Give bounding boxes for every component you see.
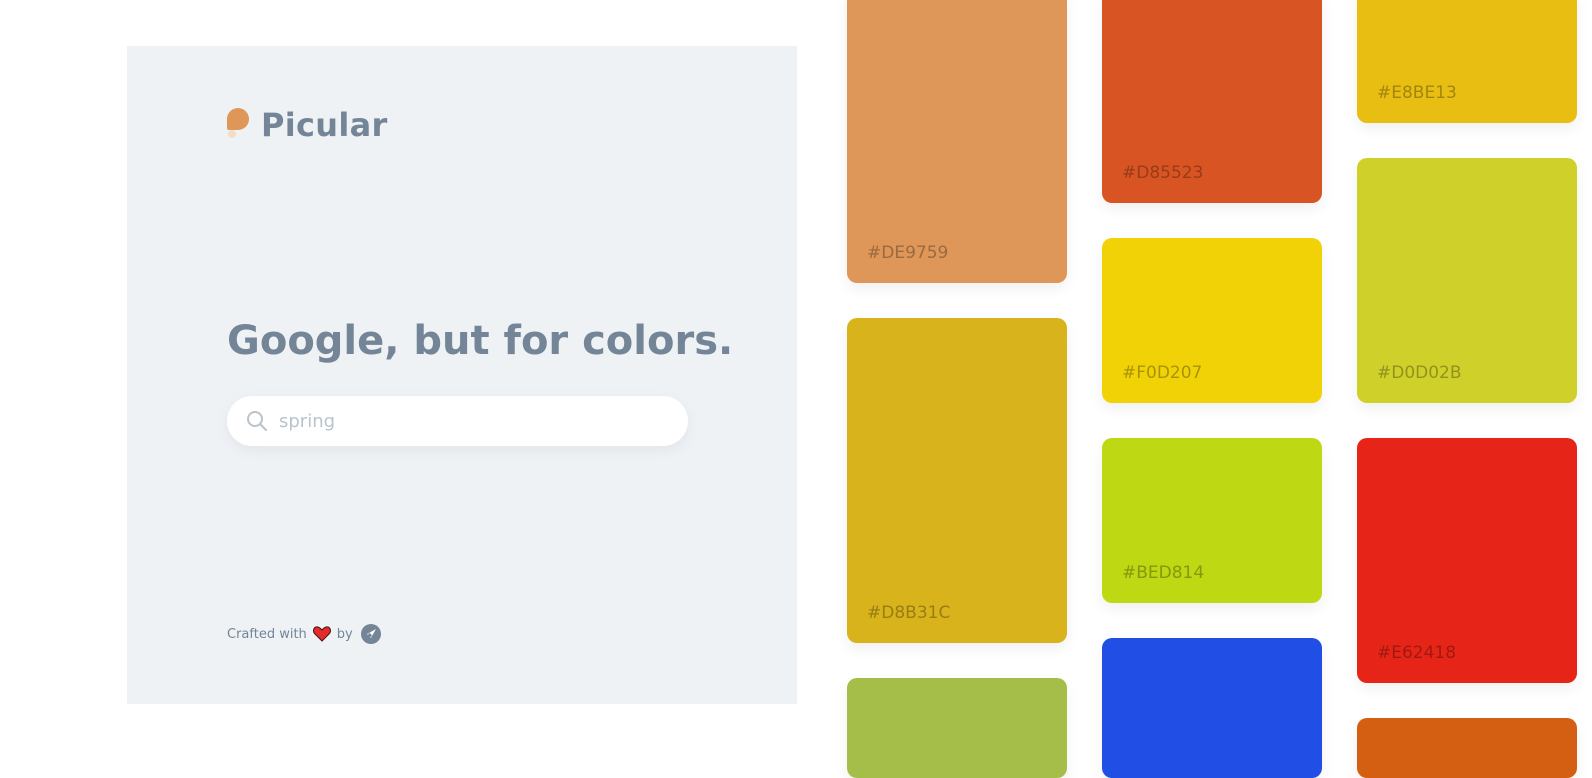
color-swatch[interactable]: #D8B31C	[847, 318, 1067, 643]
swatch-hex: #BED814	[1122, 563, 1205, 583]
color-swatch[interactable]: #D85523	[1102, 0, 1322, 203]
search-icon	[247, 411, 267, 431]
page-headline: Google, but for colors.	[227, 318, 734, 364]
heart-icon	[312, 626, 331, 642]
swatch-hex: #DE9759	[867, 243, 949, 263]
color-swatch[interactable]: #F0D207	[1102, 238, 1322, 403]
color-swatch[interactable]	[847, 678, 1067, 778]
search-panel: Picular Google, but for colors. Crafted …	[127, 46, 797, 704]
swatch-hex: #D85523	[1122, 163, 1204, 183]
logo-drop-icon	[227, 108, 251, 142]
brand-name: Picular	[261, 106, 388, 144]
swatch-hex: #D0D02B	[1377, 363, 1462, 383]
color-swatch[interactable]	[1357, 718, 1577, 778]
color-swatch[interactable]: #BED814	[1102, 438, 1322, 603]
swatch-hex: #E62418	[1377, 643, 1457, 663]
color-swatch[interactable]: #DE9759	[847, 0, 1067, 283]
swatch-hex: #D8B31C	[867, 603, 951, 623]
by-text: by	[336, 626, 353, 642]
color-swatch[interactable]	[1102, 638, 1322, 778]
color-swatch[interactable]: #D0D02B	[1357, 158, 1577, 403]
color-swatch[interactable]: #E62418	[1357, 438, 1577, 683]
swatch-hex: #E8BE13	[1377, 83, 1457, 103]
rocket-icon[interactable]	[360, 624, 381, 644]
search-bar[interactable]	[227, 396, 688, 446]
crafted-with-text: Crafted with	[227, 626, 307, 642]
footer-credit: Crafted with by	[227, 624, 381, 644]
color-swatch[interactable]: #E8BE13	[1357, 0, 1577, 123]
swatch-hex: #F0D207	[1122, 363, 1203, 383]
search-input[interactable]	[277, 409, 661, 433]
brand-logo[interactable]: Picular	[227, 106, 388, 144]
